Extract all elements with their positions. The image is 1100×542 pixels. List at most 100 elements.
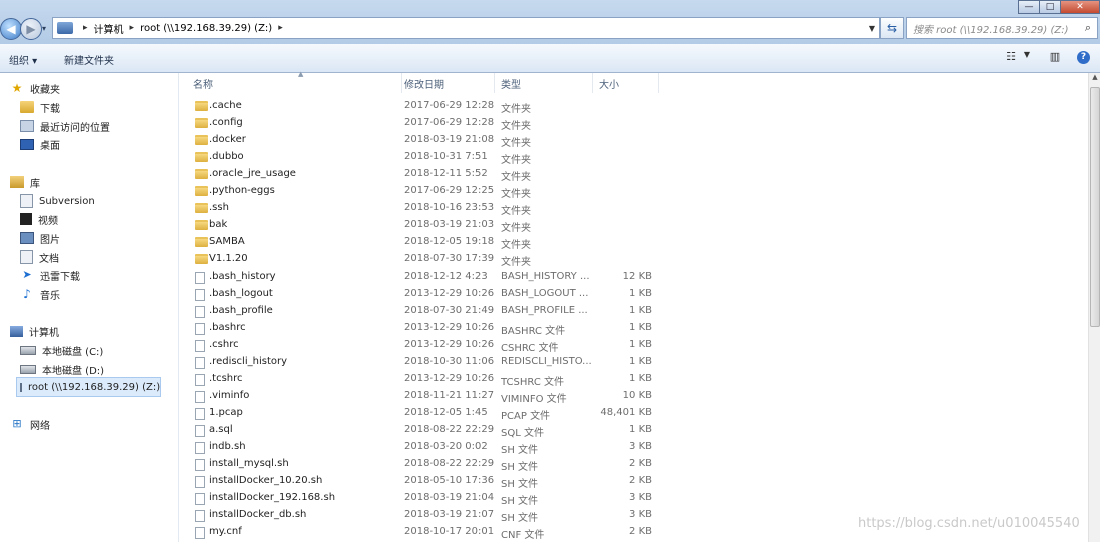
document-icon [20,250,33,264]
nav-item-videos[interactable]: 视频 [20,210,58,228]
nav-favorites[interactable]: ★ 收藏夹 [10,79,60,97]
breadcrumb-drive[interactable]: root (\\192.168.39.29) (Z:) [140,23,272,34]
preview-pane-icon[interactable]: ▥ [1047,50,1063,64]
table-row[interactable]: V1.1.20 2018-07-30 17:39 文件夹 [191,251,661,268]
table-row[interactable]: installDocker_10.20.sh 2018-05-10 17:36 SH… [191,473,661,490]
table-row[interactable]: install_mysql.sh 2018-08-22 22:29 SH 文件 2 K… [191,456,661,473]
table-row[interactable]: 1.pcap 2018-12-05 1:45 PCAP 文件 48,401 KB [191,405,661,422]
file-name: installDocker_10.20.sh [209,475,323,487]
file-date: 2017-06-29 12:25 [404,185,495,197]
nav-libraries[interactable]: 库 [10,173,40,191]
file-type: 文件夹 [501,104,531,115]
vertical-scrollbar[interactable]: ▲ [1088,73,1100,542]
table-row[interactable]: .ssh 2018-10-16 23:53 文件夹 [191,200,661,217]
organize-button[interactable]: 组织 ▾ [9,52,37,67]
search-input[interactable]: 搜索 root (\\192.168.39.29) (Z:) [907,21,1079,36]
table-row[interactable]: .rediscli_history 2018-10-30 11:06 REDISCL… [191,354,661,371]
file-type: SH 文件 [501,479,539,491]
column-header-date[interactable]: 修改日期 [398,73,495,93]
chevron-right-icon[interactable]: ▸ [83,23,88,33]
nav-item-drive-c[interactable]: 本地磁盘 (C:) [20,341,103,359]
forward-button[interactable]: ▶ [20,18,42,40]
table-row[interactable]: .cache 2017-06-29 12:28 文件夹 [191,98,661,115]
table-row[interactable]: .config 2017-06-29 12:28 文件夹 [191,115,661,132]
table-row[interactable]: .bash_logout 2013-12-29 10:26 BASH_LOGOUT … [191,286,661,303]
file-name: .cshrc [209,338,239,350]
table-row[interactable]: installDocker_192.168.sh 2018-03-19 21:04… [191,490,661,507]
table-row[interactable]: indb.sh 2018-03-20 0:02 SH 文件 3 KB [191,439,661,456]
file-type: 文件夹 [501,138,531,150]
address-bar[interactable]: ▸ 计算机 ▸ root (\\192.168.39.29) (Z:) ▸ ▼ [52,17,880,39]
file-icon [195,322,205,335]
file-date: 2013-12-29 10:26 [404,338,495,350]
table-row[interactable]: bak 2018-03-19 21:03 文件夹 [191,217,661,234]
computer-icon [57,22,73,34]
back-button[interactable]: ◀ [0,18,22,40]
history-dropdown-icon[interactable]: ▾ [42,24,46,33]
column-header-type[interactable]: 类型 [495,73,593,93]
folder-icon [195,101,208,111]
nav-item-music[interactable]: ♪ 音乐 [20,285,60,303]
command-bar: 组织 ▾ 新建文件夹 ☷ ▼ ▥ ? [0,44,1100,73]
table-row[interactable]: .viminfo 2018-11-21 11:27 VIMINFO 文件 10 KB [191,388,661,405]
search-icon[interactable]: ⌕ [1079,21,1097,35]
file-icon [195,476,205,489]
nav-item-documents[interactable]: 文档 [20,248,59,266]
table-row[interactable]: .dubbo 2018-10-31 7:51 文件夹 [191,149,661,166]
nav-computer[interactable]: 计算机 [10,322,59,340]
nav-item-drive-z[interactable]: root (\\192.168.39.29) (Z:) [16,377,161,397]
file-name: .docker [209,134,246,146]
file-date: 2018-12-05 19:18 [404,236,495,248]
chevron-right-icon[interactable]: ▸ [130,23,135,33]
help-icon[interactable]: ? [1077,51,1090,64]
table-row[interactable]: SAMBA 2018-12-05 19:18 文件夹 [191,234,661,251]
nav-item-thunder-downloads[interactable]: ➤ 迅雷下载 [20,266,80,284]
breadcrumb-computer[interactable]: 计算机 [94,21,124,36]
address-dropdown-icon[interactable]: ▼ [865,24,879,33]
table-row[interactable]: .cshrc 2013-12-29 10:26 CSHRC 文件 1 KB [191,337,661,354]
file-icon [195,493,205,506]
new-folder-button[interactable]: 新建文件夹 [64,52,114,67]
close-button[interactable]: ✕ [1060,0,1100,14]
column-header-size[interactable]: 大小 [593,73,659,93]
file-name: .tcshrc [209,372,243,384]
table-row[interactable]: .bash_history 2018-12-12 4:23 BASH_HISTORY… [191,269,661,286]
minimize-button[interactable]: — [1018,0,1040,14]
file-date: 2017-06-29 12:28 [404,117,495,129]
file-size: 2 KB [629,458,652,470]
nav-item-subversion[interactable]: Subversion [20,192,95,210]
library-folder-icon [20,194,33,208]
table-row[interactable]: .bash_profile 2018-07-30 21:49 BASH_PROFIL… [191,303,661,320]
nav-item-downloads[interactable]: 下载 [20,98,60,116]
table-row[interactable]: .oracle_jre_usage 2018-12-11 5:52 文件夹 [191,166,661,183]
recent-places-icon [20,120,34,132]
table-row[interactable]: installDocker_db.sh 2018-03-19 21:07 SH 文件… [191,507,661,524]
nav-item-recent-places[interactable]: 最近访问的位置 [20,117,110,135]
nav-network[interactable]: ⊞ 网络 [10,415,50,433]
nav-item-pictures[interactable]: 图片 [20,229,60,247]
hard-drive-icon [20,345,36,355]
table-row[interactable]: my.cnf 2018-10-17 20:01 CNF 文件 2 KB [191,524,661,541]
file-size: 12 KB [622,270,652,282]
table-row[interactable]: .tcshrc 2013-12-29 10:26 TCSHRC 文件 1 KB [191,371,661,388]
search-box[interactable]: 搜索 root (\\192.168.39.29) (Z:) ⌕ [906,17,1098,39]
chevron-right-icon[interactable]: ▸ [278,23,283,33]
nav-item-desktop[interactable]: 桌面 [20,135,60,153]
table-row[interactable]: .python-eggs 2017-06-29 12:25 文件夹 [191,183,661,200]
refresh-button[interactable]: ⇆ [880,17,904,39]
scrollbar-thumb[interactable] [1090,87,1100,327]
view-options-icon[interactable]: ☷ [1003,50,1019,64]
column-header-name[interactable]: 名称 ▲ [187,70,402,93]
file-date: 2013-12-29 10:26 [404,287,495,299]
file-name: .dubbo [209,151,244,163]
desktop-icon [20,138,34,150]
table-row[interactable]: .bashrc 2013-12-29 10:26 BASHRC 文件 1 KB [191,320,661,337]
view-dropdown-icon[interactable]: ▼ [1019,50,1035,64]
file-type: SH 文件 [501,462,539,474]
scroll-up-icon[interactable]: ▲ [1089,73,1100,87]
table-row[interactable]: .docker 2018-03-19 21:08 文件夹 [191,132,661,149]
nav-item-drive-d[interactable]: 本地磁盘 (D:) [20,360,104,378]
table-row[interactable]: a.sql 2018-08-22 22:29 SQL 文件 1 KB [191,422,661,439]
maximize-button[interactable]: □ [1039,0,1061,14]
file-type: 文件夹 [501,121,531,133]
